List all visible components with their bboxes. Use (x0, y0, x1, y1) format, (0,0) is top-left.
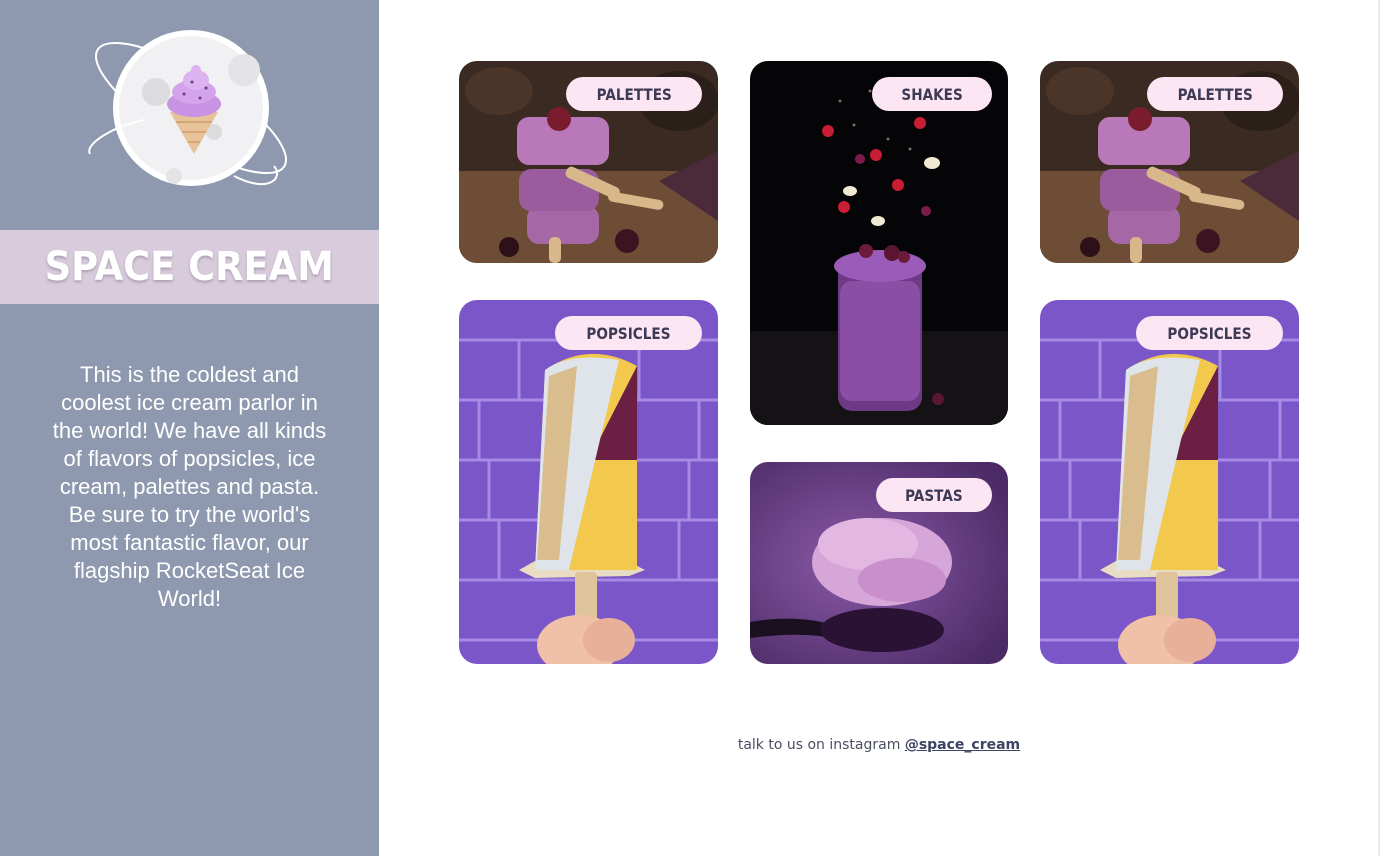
category-tag: PALETTES (565, 77, 702, 111)
title-band: SPACE CREAM (0, 230, 379, 304)
intro-text: This is the coldest and coolest ice crea… (52, 362, 327, 611)
site-title: SPACE CREAM (44, 244, 335, 290)
instagram-link[interactable]: @space_cream (905, 737, 1020, 753)
category-tag: PALETTES (1146, 77, 1283, 111)
gallery-card-palettes[interactable]: PALETTES (459, 61, 718, 263)
category-tag: POPSICLES (1136, 316, 1283, 350)
sidebar: SPACE CREAM This is the coldest and cool… (0, 0, 379, 856)
popsicles-photo (459, 300, 718, 664)
category-tag: PASTAS (876, 478, 992, 512)
category-tag: SHAKES (871, 77, 992, 111)
category-tag: POPSICLES (555, 316, 702, 350)
gallery-card-popsicles[interactable]: POPSICLES (1040, 300, 1299, 664)
ice-cream-planet-icon (84, 26, 298, 190)
popsicles-photo (1040, 300, 1299, 664)
gallery-card-pastas[interactable]: PASTAS (750, 462, 1008, 664)
gallery-card-palettes[interactable]: PALETTES (1040, 61, 1299, 263)
footer-text: talk to us on instagram (737, 737, 905, 753)
shakes-photo (750, 61, 1008, 425)
gallery-card-popsicles[interactable]: POPSICLES (459, 300, 718, 664)
footer: talk to us on instagram @space_cream (640, 737, 1118, 753)
gallery-card-shakes[interactable]: SHAKES (750, 61, 1008, 425)
